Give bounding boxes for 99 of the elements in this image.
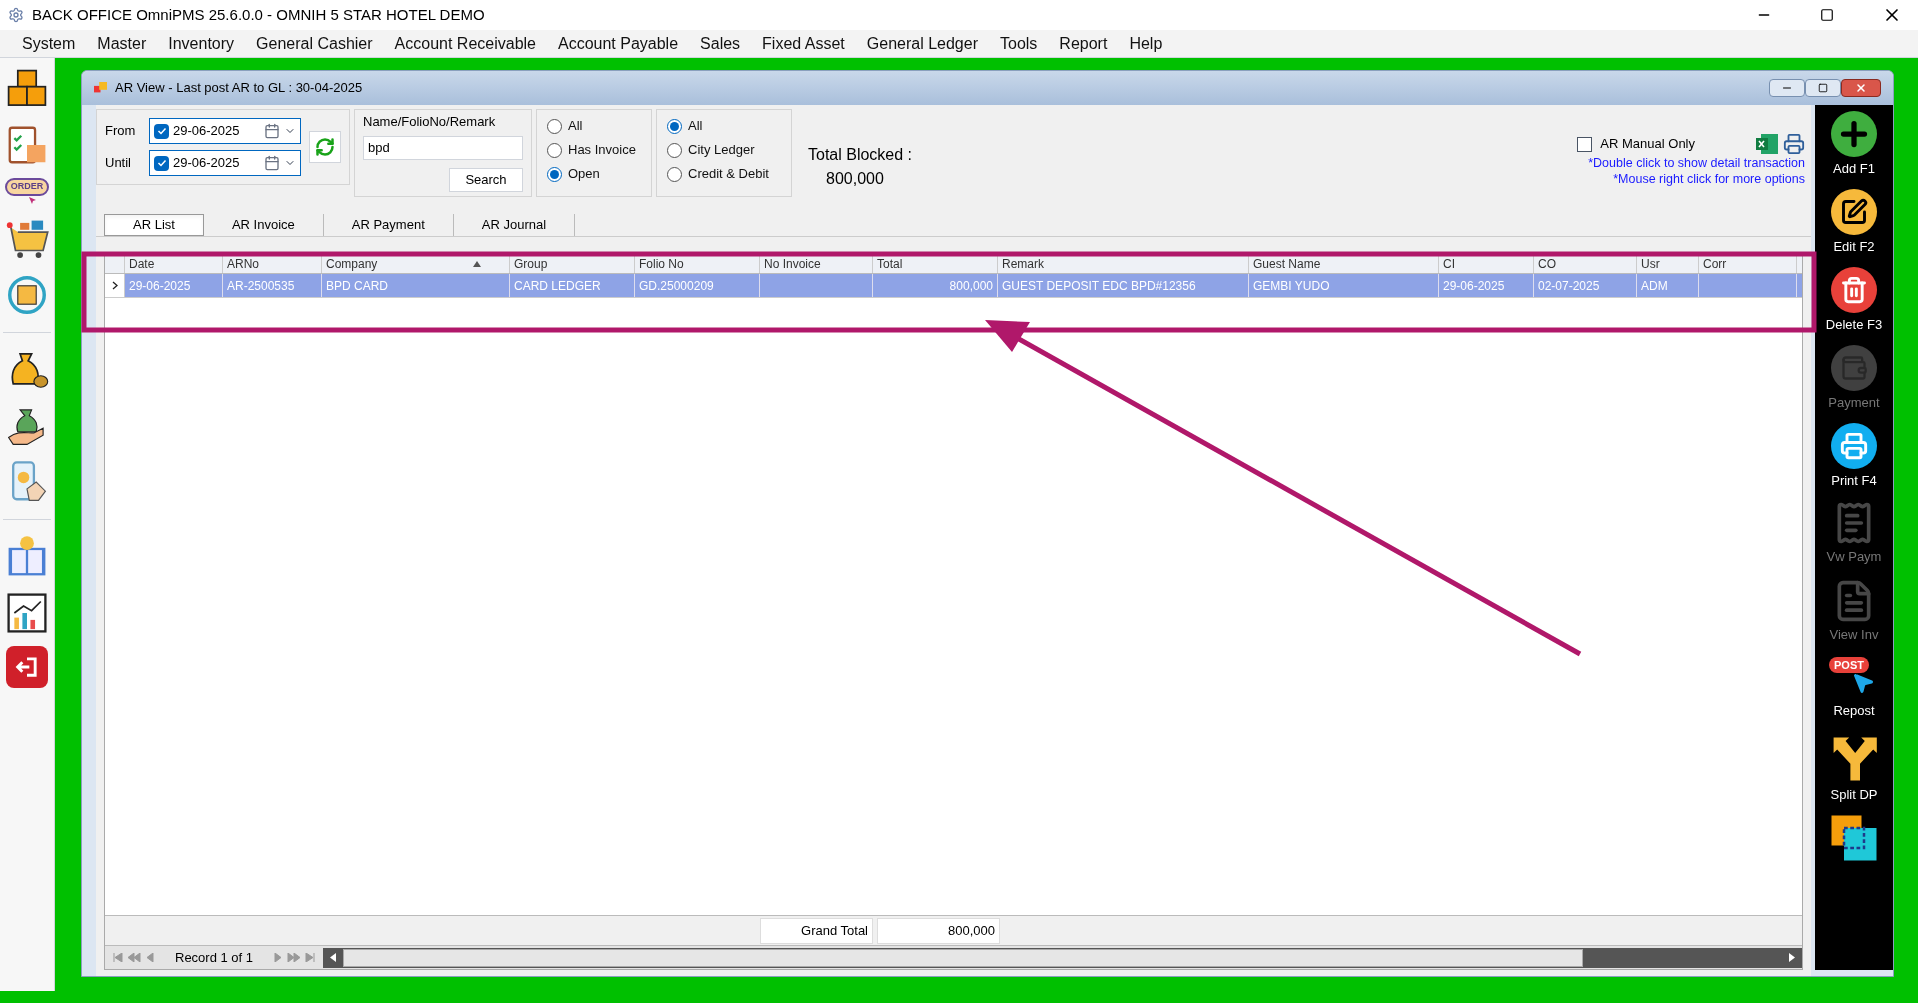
record-count: Record 1 of 1	[174, 948, 255, 967]
menu-item[interactable]: Sales	[690, 31, 751, 56]
radio-option[interactable]: All	[547, 114, 641, 138]
tab[interactable]: AR Invoice	[203, 214, 324, 236]
add-icon	[1831, 111, 1877, 157]
date-label: Until	[105, 154, 132, 173]
menu-item[interactable]: System	[12, 31, 86, 56]
menu-item[interactable]: Master	[87, 31, 157, 56]
tab[interactable]: AR Payment	[323, 214, 454, 236]
toolbar-button[interactable]: POST Repost	[1829, 655, 1879, 729]
column-header[interactable]: Date	[125, 254, 223, 273]
toolbar-button[interactable]: Edit F2	[1831, 187, 1877, 261]
toolbar-button[interactable]: Delete F3	[1825, 265, 1883, 339]
menu-item[interactable]: Inventory	[158, 31, 245, 56]
close-button[interactable]	[1841, 79, 1881, 97]
refresh-button[interactable]	[309, 131, 341, 163]
wallet-icon	[1831, 345, 1877, 391]
maximize-icon	[1818, 83, 1828, 93]
toolbar-button[interactable]: Print F4	[1831, 421, 1877, 495]
table-cell-text: CARD LEDGER	[514, 277, 601, 295]
column-header[interactable]: Total	[873, 254, 998, 273]
table-cell-text: GD.25000209	[639, 277, 714, 295]
menu-item[interactable]: Help	[1119, 31, 1173, 56]
total-blocked-label: Total Blocked :	[808, 145, 913, 165]
trash-icon	[1831, 267, 1877, 313]
column-header[interactable]: Guest Name	[1249, 254, 1439, 273]
menu-item[interactable]: Report	[1049, 31, 1118, 56]
calendar-icon[interactable]	[264, 123, 280, 139]
column-header[interactable]: Company	[322, 254, 510, 273]
table-cell-text: 02-07-2025	[1538, 277, 1600, 295]
maximize-button[interactable]	[1805, 79, 1841, 97]
column-header[interactable]: Remark	[998, 254, 1249, 273]
exit-icon[interactable]	[6, 645, 48, 688]
menu-item[interactable]: Account Receivable	[384, 31, 546, 56]
calendar-icon[interactable]	[264, 155, 280, 171]
post-badge: POST	[1829, 657, 1869, 673]
column-header[interactable]: Usr	[1637, 254, 1699, 273]
row-pointer-icon	[111, 281, 118, 290]
cursor-icon	[28, 195, 38, 206]
table-cell-text: GUEST DEPOSIT EDC BPD#12356	[1002, 277, 1196, 295]
date-label: From	[105, 122, 137, 141]
table-cell-text: GEMBI YUDO	[1253, 277, 1330, 295]
window-title: BACK OFFICE OmniPMS 25.6.0.0 - OMNIH 5 STAR HOTEL DEMO	[32, 4, 486, 25]
toolbar-button[interactable]: Split DP	[1830, 733, 1878, 807]
radio-option[interactable]: Has Invoice	[547, 138, 641, 162]
maximize-icon[interactable]	[1820, 8, 1834, 22]
column-header[interactable]: ARNo	[223, 254, 322, 273]
menu-item[interactable]: Fixed Asset	[752, 31, 855, 56]
manual-only-checkbox[interactable]: AR Manual Only	[1577, 134, 1695, 154]
horizontal-scrollbar[interactable]	[323, 947, 1802, 968]
table-cell-text: ADM	[1641, 277, 1668, 295]
grand-total-label: Grand Total	[760, 917, 873, 944]
search-label: Name/FolioNo/Remark	[363, 113, 497, 131]
hint-text: *Double click to show detail transaction	[1588, 155, 1805, 171]
table-cell-text: 29-06-2025	[1443, 277, 1505, 295]
table-cell-text: AR-2500535	[227, 277, 295, 295]
edit-icon	[1831, 189, 1877, 235]
radio-option[interactable]: Credit & Debit	[667, 162, 781, 186]
check-icon	[156, 126, 167, 136]
date-field[interactable]: 29-06-2025	[149, 150, 301, 176]
date-field[interactable]: 29-06-2025	[149, 118, 301, 144]
radio-option[interactable]: City Ledger	[667, 138, 781, 162]
search-button[interactable]: Search	[449, 167, 523, 192]
column-header[interactable]: Group	[510, 254, 635, 273]
close-icon	[1855, 82, 1867, 94]
table-cell-text: BPD CARD	[326, 277, 388, 295]
printer-icon	[1831, 423, 1877, 469]
radio-option[interactable]: Open	[547, 162, 641, 186]
check-icon	[156, 158, 167, 168]
table-cell-text: 29-06-2025	[129, 277, 191, 295]
checkbox[interactable]	[154, 123, 169, 139]
radio-option[interactable]: All	[667, 114, 781, 138]
column-header[interactable]: CI	[1439, 254, 1534, 273]
hint-text: *Mouse right click for more options	[1613, 171, 1805, 187]
window-title: AR View - Last post AR to GL : 30-04-2025	[115, 79, 364, 98]
menu-item[interactable]: General Cashier	[246, 31, 383, 56]
search-field[interactable]: bpd	[363, 135, 523, 160]
column-header[interactable]: Folio No	[635, 254, 760, 273]
tab[interactable]: AR List	[104, 214, 204, 236]
printer-icon[interactable]	[1783, 133, 1805, 155]
menu-item[interactable]: General Ledger	[856, 31, 988, 56]
column-header[interactable]: Corr	[1699, 254, 1797, 273]
menu-item[interactable]: Tools	[990, 31, 1048, 56]
column-header[interactable]: CO	[1534, 254, 1637, 273]
total-blocked-value: 800,000	[825, 169, 885, 189]
spreadsheet-icon[interactable]	[1755, 133, 1779, 155]
cursor-icon	[1851, 671, 1875, 695]
column-header[interactable]: No Invoice	[760, 254, 873, 273]
selection-icon	[1829, 813, 1879, 863]
toolbar-button[interactable]: Add F1	[1831, 109, 1877, 183]
checkbox[interactable]	[154, 155, 169, 171]
app-icon	[8, 7, 24, 23]
minimize-button[interactable]	[1769, 79, 1805, 97]
menu-item[interactable]: Account Payable	[548, 31, 689, 56]
refresh-icon	[315, 137, 335, 157]
tab[interactable]: AR Journal	[453, 214, 576, 236]
table-cell-text: 800,000	[949, 277, 993, 295]
window-icon	[94, 81, 107, 95]
grand-total-value: 800,000	[877, 917, 1000, 944]
